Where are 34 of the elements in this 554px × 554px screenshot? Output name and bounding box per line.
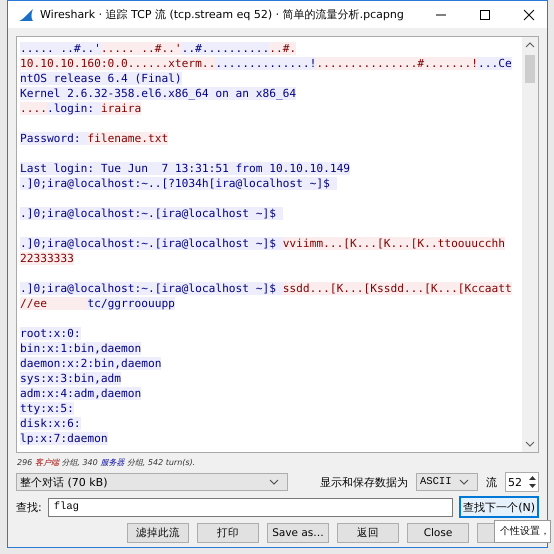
stream-line: Password: filename.txt xyxy=(20,131,170,146)
stream-line: .....login: iraira xyxy=(20,101,142,116)
stream-line: .]0;ira@localhost:~.[ira@localhost ~]$ vviimm...[K...[K...[K..ttoouucchh xyxy=(20,236,506,251)
maximize-icon[interactable] xyxy=(479,8,491,20)
stream-line: .]0;ira@localhost:~.[ira@localhost ~]$ xyxy=(20,206,522,221)
scroll-down-icon[interactable] xyxy=(525,440,535,448)
dropdown-icon xyxy=(269,479,279,485)
dropdown-icon xyxy=(459,479,469,485)
stream-line: .]0;ira@localhost:~.[ira@localhost ~]$ ssdd...[K...[Kssdd...[K...[Kccaatt xyxy=(20,281,513,296)
dialog-button[interactable]: Save as… xyxy=(267,523,329,543)
dialog-button[interactable]: 滤掉此流 xyxy=(127,523,189,543)
dialog-button[interactable]: 返回 xyxy=(337,523,399,543)
scroll-up-icon[interactable] xyxy=(525,41,535,49)
dialog-button[interactable]: 打印 xyxy=(197,523,259,543)
dialog-button[interactable]: Close xyxy=(407,523,469,543)
stream-line: ..... ..#..'..... ..#..'..#............#. xyxy=(20,41,298,56)
conversation-select[interactable]: 整个对话 (70 kB) xyxy=(16,473,288,491)
spin-arrows-icon[interactable] xyxy=(529,475,536,489)
format-label: 显示和保存数据为 xyxy=(320,474,408,490)
tooltip: 个性设置， xyxy=(494,520,551,543)
stream-line: 10.10.10.160:0.0......xterm................!...............#.......!...Ce xyxy=(20,56,513,71)
find-field[interactable]: flag xyxy=(48,498,454,516)
find-next-button[interactable]: 查找下一个(N) xyxy=(459,496,539,518)
stream-label: 流 xyxy=(486,474,497,490)
window-title: Wireshark · 追踪 TCP 流 (tcp.stream eq 52) · 简单的流量分析.pcapng xyxy=(40,7,404,22)
packet-summary: 296 客户端 分组, 340 服务器 分组, 542 turn(s). xyxy=(16,457,196,468)
scroll-thumb[interactable] xyxy=(525,55,535,83)
stream-spinbox[interactable]: 52 xyxy=(505,472,539,492)
format-select[interactable]: ASCII xyxy=(416,473,478,491)
stream-line: //ee tc/ggrroouupp xyxy=(20,296,176,311)
shark-fin-icon xyxy=(18,8,34,22)
close-icon[interactable] xyxy=(523,8,535,20)
find-label: 查找: xyxy=(16,500,42,514)
scrollbar[interactable] xyxy=(522,37,538,452)
